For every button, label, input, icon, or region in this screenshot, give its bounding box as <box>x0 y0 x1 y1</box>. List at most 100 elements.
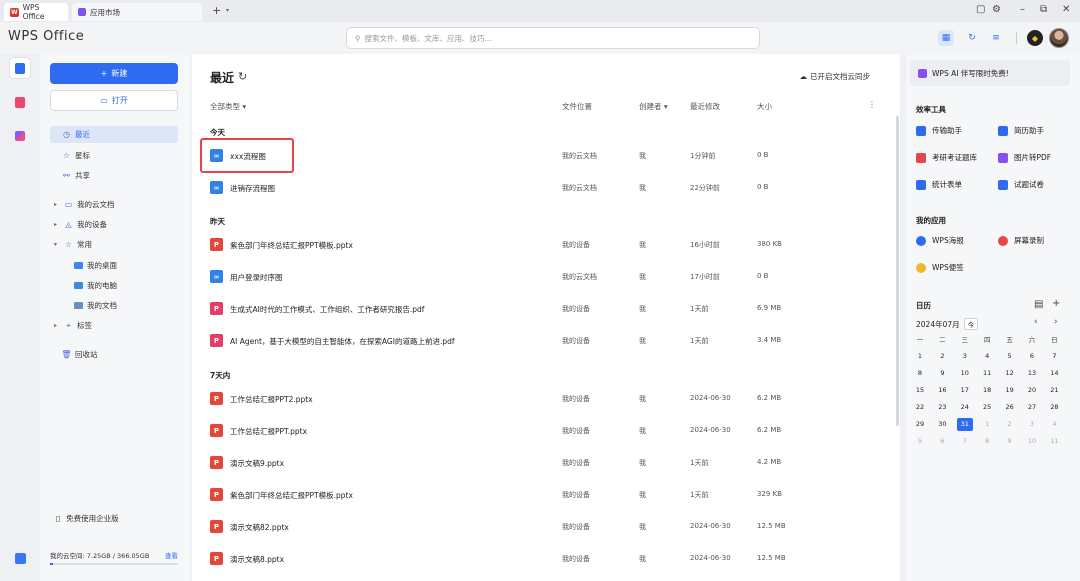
tool-item[interactable]: 考研考证题库 <box>916 152 977 163</box>
table-row[interactable]: ∞ xxx流程图 我的云文档我 1分钟前 0 B <box>192 141 882 171</box>
calendar-day[interactable]: 22 <box>912 401 928 414</box>
calendar-day[interactable]: 9 <box>934 367 950 380</box>
calendar-day[interactable]: 1 <box>912 350 928 363</box>
tool-item[interactable]: 试题试卷 <box>998 179 1044 190</box>
calendar-day[interactable]: 28 <box>1046 401 1062 414</box>
sync-icon[interactable]: ↻ <box>964 30 980 46</box>
calendar-day[interactable]: 10 <box>1024 435 1040 448</box>
column-creator[interactable]: 创建者 ▾ <box>639 101 668 112</box>
cloud-sync-status[interactable]: ☁ 已开启文档云同步 <box>800 71 871 82</box>
search-input[interactable]: ⚲ 搜索文件、模板、文库、应用、技巧... <box>346 27 760 49</box>
column-settings-icon[interactable]: ⋮ <box>868 100 876 109</box>
next-month-icon[interactable]: › <box>1054 317 1058 327</box>
calendar-day[interactable]: 30 <box>934 418 950 431</box>
calendar-day[interactable]: 14 <box>1046 367 1062 380</box>
table-row[interactable]: P 紫色部门年终总结汇报PPT模板.pptx 我的设备 我 16小时前 380 KB <box>192 230 882 260</box>
grid-view-icon[interactable]: ▦ <box>938 30 954 46</box>
table-row[interactable]: P 生成式AI时代的工作模式、工作组织、工作者研究报告.pdf 我的设备 我 1天前 6.… <box>192 294 882 324</box>
documents-icon[interactable] <box>10 58 30 78</box>
calendar-day[interactable]: 27 <box>1024 401 1040 414</box>
tool-item[interactable]: 传输助手 <box>916 125 962 136</box>
enterprise-button[interactable]: ▯ 免费使用企业版 <box>50 508 178 529</box>
calendar-day[interactable]: 15 <box>912 384 928 397</box>
calendar-day[interactable]: 5 <box>1002 350 1018 363</box>
menu-icon[interactable]: ≡ <box>988 30 1004 46</box>
sidebar-item-my-documents[interactable]: 我的文档 <box>74 297 117 314</box>
calendar-day[interactable]: 3 <box>1024 418 1040 431</box>
calendar-day[interactable]: 9 <box>1002 435 1018 448</box>
add-event-icon[interactable]: + <box>1052 298 1060 309</box>
app-item[interactable]: WPS海报 <box>916 235 964 246</box>
tab-app-store[interactable]: 应用市场 <box>72 3 202 21</box>
calendar-day[interactable]: 8 <box>979 435 995 448</box>
tool-item[interactable]: 图片转PDF <box>998 152 1051 163</box>
calendar-day[interactable]: 21 <box>1046 384 1062 397</box>
calendar-day[interactable]: 11 <box>1046 435 1062 448</box>
storage-view-link[interactable]: 查看 <box>165 550 178 560</box>
calendar-day[interactable]: 11 <box>979 367 995 380</box>
settings-icon[interactable]: ⚙ <box>992 4 1001 15</box>
sidebar-item-recycle-bin[interactable]: 🗑 回收站 <box>61 346 97 363</box>
sidebar-item-desktop[interactable]: 我的桌面 <box>74 257 117 274</box>
layout-icon[interactable]: ▢ <box>976 4 985 15</box>
sidebar-item-cloud-docs[interactable]: ▸ ▭ 我的云文档 <box>54 196 115 213</box>
sidebar-item-my-device[interactable]: ▸ ◬ 我的设备 <box>54 216 107 233</box>
cloud-service-icon[interactable] <box>10 548 30 568</box>
calendar-day[interactable]: 13 <box>1024 367 1040 380</box>
sidebar-item-common[interactable]: ▾ ☆ 常用 <box>54 236 92 253</box>
calendar-day[interactable]: 26 <box>1002 401 1018 414</box>
refresh-icon[interactable]: ↻ <box>238 70 247 83</box>
table-row[interactable]: ∞ 用户登录时序图 我的云文档 我 17小时前 0 B <box>192 262 882 292</box>
calendar-day[interactable]: 10 <box>957 367 973 380</box>
new-button[interactable]: + 新建 <box>50 63 178 84</box>
calendar-day[interactable]: 6 <box>934 435 950 448</box>
calendar-day[interactable]: 19 <box>1002 384 1018 397</box>
table-row[interactable]: P 演示文稿8.pptx 我的设备 我 2024-06-30 12.5 MB <box>192 544 882 574</box>
calendar-day[interactable]: 24 <box>957 401 973 414</box>
calendar-day[interactable]: 23 <box>934 401 950 414</box>
app-item[interactable]: WPS便签 <box>916 262 964 273</box>
sidebar-item-my-computer[interactable]: 我的电脑 <box>74 277 117 294</box>
calendar-day[interactable]: 7 <box>957 435 973 448</box>
avatar[interactable] <box>1049 28 1069 48</box>
app-item[interactable]: 屏幕录制 <box>998 235 1044 246</box>
calendar-day[interactable]: 3 <box>957 350 973 363</box>
minimize-icon[interactable]: – <box>1020 4 1025 15</box>
calendar-day[interactable]: 16 <box>934 384 950 397</box>
calendar-day[interactable]: 7 <box>1046 350 1062 363</box>
calendar-day[interactable]: 4 <box>1046 418 1062 431</box>
table-row[interactable]: P 紫色部门年终总结汇报PPT模板.pptx 我的设备 我 1天前 329 KB <box>192 480 882 510</box>
tool-item[interactable]: 简历助手 <box>998 125 1044 136</box>
table-row[interactable]: P AI Agent，基于大模型的自主智能体，在探索AGI的道路上前进.pdf 我的… <box>192 326 882 356</box>
prev-month-icon[interactable]: ‹ <box>1034 317 1038 327</box>
restore-icon[interactable]: ⧉ <box>1040 4 1047 15</box>
calendar-day[interactable]: 12 <box>1002 367 1018 380</box>
calendar-day[interactable]: 31 <box>956 418 973 431</box>
table-row[interactable]: P 演示文稿9.pptx 我的设备 我 1天前 4.2 MB <box>192 448 882 478</box>
calendar-day[interactable]: 25 <box>979 401 995 414</box>
scrollbar[interactable] <box>896 116 899 426</box>
calendar-day[interactable]: 17 <box>957 384 973 397</box>
tool-item[interactable]: 统计表单 <box>916 179 962 190</box>
table-row[interactable]: P 工作总结汇报PPT.pptx 我的设备 我 2024-06-30 6.2 MB <box>192 416 882 446</box>
calendar-icon[interactable]: ▤ <box>1034 299 1043 310</box>
calendar-day[interactable]: 4 <box>979 350 995 363</box>
calendar-day[interactable]: 2 <box>1002 418 1018 431</box>
calendar-day[interactable]: 2 <box>934 350 950 363</box>
table-row[interactable]: P 演示文稿82.pptx 我的设备 我 2024-06-30 12.5 MB <box>192 512 882 542</box>
chevron-down-icon[interactable]: ▾ <box>226 7 229 14</box>
calendar-day[interactable]: 5 <box>912 435 928 448</box>
sidebar-item-recent[interactable]: ◷ 最近 <box>50 126 178 143</box>
calendar-day[interactable]: 20 <box>1024 384 1040 397</box>
sidebar-item-tags[interactable]: ▸ ⌖ 标签 <box>54 317 92 334</box>
sidebar-item-starred[interactable]: ☆ 星标 <box>62 147 90 164</box>
today-button[interactable]: 今 <box>963 318 979 330</box>
sidebar-item-shared[interactable]: ⚯ 共享 <box>62 167 90 184</box>
pdf-icon[interactable] <box>10 92 30 112</box>
calendar-day[interactable]: 1 <box>979 418 995 431</box>
calendar-day[interactable]: 29 <box>912 418 928 431</box>
close-icon[interactable]: ✕ <box>1062 4 1070 15</box>
apps-icon[interactable] <box>10 126 30 146</box>
table-row[interactable]: P 工作总结汇报PPT2.pptx 我的设备 我 2024-06-30 6.2 MB <box>192 384 882 414</box>
member-badge-icon[interactable]: ◆ <box>1027 30 1043 46</box>
